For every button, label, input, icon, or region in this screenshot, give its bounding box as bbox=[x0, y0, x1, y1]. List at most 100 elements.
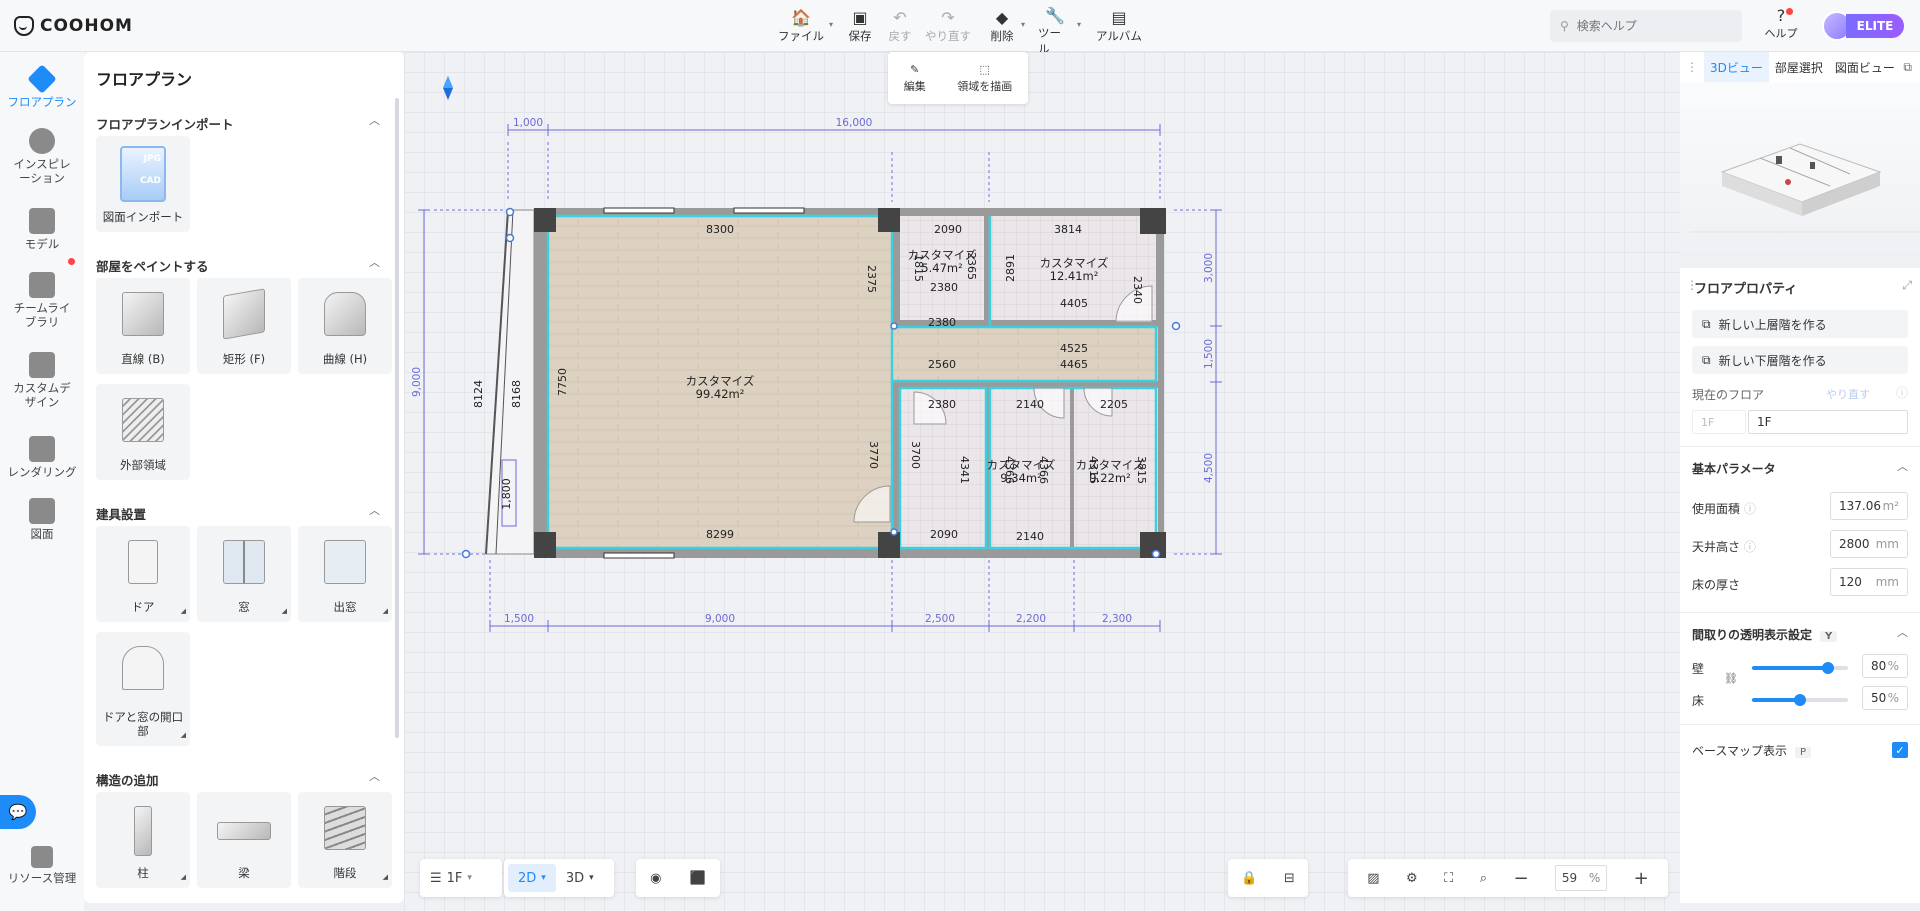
floor-name-input[interactable]: 1F bbox=[1748, 410, 1908, 434]
lock-icon[interactable]: 🔒 bbox=[1241, 871, 1257, 886]
floor-selector[interactable]: ☰ 1F ▾ bbox=[420, 859, 502, 897]
collapse-icon[interactable]: ︿ bbox=[369, 502, 380, 518]
draw-curve-tile[interactable]: 曲線 (H) bbox=[298, 278, 392, 374]
nav-resource-manager[interactable]: リソース管理 bbox=[0, 846, 84, 885]
dimension-label: 3700 bbox=[909, 441, 922, 469]
panel-title: フロアプラン bbox=[96, 70, 193, 89]
panel-scrollbar[interactable] bbox=[395, 98, 399, 738]
bay-window-tile[interactable]: 出窓 ◢ bbox=[298, 526, 392, 622]
nav-drawings[interactable]: 図面 bbox=[0, 498, 84, 541]
basemap-checkbox[interactable]: ✓ bbox=[1892, 742, 1908, 758]
chat-button[interactable]: 💬 bbox=[0, 795, 36, 829]
room-area-label: 9.22m² bbox=[1089, 471, 1130, 485]
column-icon bbox=[134, 806, 152, 856]
new-lower-floor-button[interactable]: ⧉ 新しい下層階を作る bbox=[1692, 346, 1908, 374]
wrench-icon: 🔧 bbox=[1045, 6, 1065, 25]
cube-icon bbox=[122, 292, 164, 336]
draw-straight-tile[interactable]: 直線 (B) bbox=[96, 278, 190, 374]
expand-icon[interactable]: ⤢ bbox=[1902, 278, 1912, 293]
room-area-label: 12.41m² bbox=[1050, 269, 1099, 283]
draw-rectangle-tile[interactable]: 矩形 (F) bbox=[197, 278, 291, 374]
zoom-out-button[interactable]: − bbox=[1514, 868, 1529, 889]
floor-thickness-input[interactable]: 120 mm bbox=[1830, 568, 1908, 596]
nav-custom-design[interactable]: カスタムデザイン bbox=[0, 352, 84, 409]
drag-handle-icon[interactable]: ⋮ bbox=[1680, 60, 1704, 74]
slider-knob[interactable] bbox=[1794, 694, 1806, 706]
import-floorplan-tile[interactable]: JPG CAD 図面インポート bbox=[96, 136, 190, 232]
section-title: フロアプランインポート bbox=[96, 117, 234, 132]
toggle-icon[interactable]: ⊟ bbox=[1284, 871, 1295, 886]
save-button[interactable]: ▣ 保存 bbox=[844, 6, 876, 48]
window-tile[interactable]: 窓 ◢ bbox=[197, 526, 291, 622]
room-hall[interactable] bbox=[892, 327, 1158, 381]
new-upper-floor-button[interactable]: ⧉ 新しい上層階を作る bbox=[1692, 310, 1908, 338]
layers-icon: ⧉ bbox=[1702, 316, 1711, 331]
redo-button[interactable]: ↷ やり直す bbox=[922, 6, 974, 48]
ceiling-height-input[interactable]: 2800 mm bbox=[1830, 530, 1908, 558]
nav-team-library[interactable]: チームライブラリ bbox=[0, 272, 84, 329]
nav-floorplan[interactable]: フロアプラン bbox=[0, 64, 84, 109]
opening-tile[interactable]: ドアと窓の開口部 ◢ bbox=[96, 632, 190, 746]
dimension-label: 2205 bbox=[1100, 398, 1128, 411]
popout-icon[interactable]: ⧉ bbox=[1903, 60, 1920, 75]
wall-opacity-slider[interactable] bbox=[1752, 662, 1848, 674]
top-bar: COOHOM 🏠 ファイル ▾ ▣ 保存 ↶ 戻す ↷ やり直す ◆ 削除 ▾ 🔧 … bbox=[0, 0, 1920, 56]
notification-dot bbox=[1786, 8, 1793, 15]
file-menu-button[interactable]: 🏠 ファイル ▾ bbox=[778, 6, 833, 48]
zoom-input[interactable]: 59% bbox=[1555, 865, 1608, 891]
nav-model[interactable]: モデル bbox=[0, 208, 84, 251]
collapse-icon[interactable]: ︿ bbox=[1897, 458, 1908, 474]
collapse-icon[interactable]: ︿ bbox=[369, 254, 380, 270]
nav-inspiration[interactable]: インスピレーション bbox=[0, 128, 84, 185]
tab-plan-view[interactable]: 図面ビュー bbox=[1829, 52, 1901, 82]
stairs-tile[interactable]: 階段 ◢ bbox=[298, 792, 392, 888]
column-tile[interactable]: 柱 ◢ bbox=[96, 792, 190, 888]
view-tabs: ⋮ 3Dビュー 部屋選択 図面ビュー ⧉ bbox=[1680, 52, 1920, 82]
collapse-icon[interactable]: ︿ bbox=[1897, 624, 1908, 640]
zoom-area-icon[interactable]: ⌕ bbox=[1480, 871, 1487, 886]
mode-3d-button[interactable]: 3D ▾ bbox=[556, 864, 604, 892]
album-button[interactable]: ▤ アルバム bbox=[1096, 6, 1142, 48]
floor-dropdown[interactable]: ☰ 1F ▾ bbox=[420, 864, 482, 892]
dimension-label: 2380 bbox=[928, 398, 956, 411]
settings-icon[interactable]: ⚙ bbox=[1406, 871, 1418, 886]
app-logo[interactable]: COOHOM bbox=[14, 13, 133, 39]
help-search[interactable]: ⚲ bbox=[1550, 10, 1742, 42]
room-name-label: カスタマイズ bbox=[1040, 256, 1109, 270]
floorplan-drawing[interactable]: 8300 2090 381423651815 28912340238044052375… bbox=[404, 52, 1680, 812]
redo-link[interactable]: やり直す bbox=[1826, 386, 1870, 402]
eye-icon[interactable]: ◉ bbox=[650, 871, 661, 886]
area-input[interactable]: 137.06 m² bbox=[1830, 492, 1908, 520]
room-area-label: 5.47m² bbox=[921, 261, 962, 275]
collapse-icon[interactable]: ︿ bbox=[369, 112, 380, 128]
redo-icon: ↷ bbox=[941, 7, 955, 27]
tools-button[interactable]: 🔧 ツール ▾ bbox=[1038, 6, 1081, 56]
zoom-in-button[interactable]: + bbox=[1634, 868, 1649, 889]
beam-tile[interactable]: 梁 bbox=[197, 792, 291, 888]
fit-screen-icon[interactable]: ⛶ bbox=[1444, 871, 1453, 886]
mode-2d-button[interactable]: 2D ▾ bbox=[508, 864, 556, 892]
exterior-area-tile[interactable]: 外部領域 bbox=[96, 384, 190, 480]
tab-3d-view[interactable]: 3Dビュー bbox=[1704, 52, 1769, 82]
delete-button[interactable]: ◆ 削除 ▾ bbox=[988, 6, 1026, 48]
wall-opacity-input[interactable]: 80% bbox=[1862, 654, 1908, 678]
floor-opacity-slider[interactable] bbox=[1752, 694, 1848, 706]
link-icon[interactable]: ⛓ bbox=[1724, 672, 1738, 685]
collapse-icon[interactable]: ︿ bbox=[369, 768, 380, 784]
left-nav: フロアプラン インスピレーション モデル チームライブラリ カスタムデザイン レ… bbox=[0, 52, 84, 911]
ceiling-label: 天井高さ ⓘ bbox=[1692, 540, 1756, 554]
slider-knob[interactable] bbox=[1822, 662, 1834, 674]
plan-badge[interactable]: ELITE bbox=[1846, 14, 1904, 38]
tab-room-select[interactable]: 部屋選択 bbox=[1769, 52, 1829, 82]
cube-view-icon[interactable]: ⬛ bbox=[690, 871, 706, 886]
door-tile[interactable]: ドア ◢ bbox=[96, 526, 190, 622]
undo-button[interactable]: ↶ 戻す bbox=[886, 6, 914, 48]
floor-opacity-input[interactable]: 50% bbox=[1862, 686, 1908, 710]
help-button[interactable]: ? ヘルプ bbox=[1760, 6, 1802, 48]
nav-rendering[interactable]: レンダリング bbox=[0, 436, 84, 479]
search-input[interactable] bbox=[1576, 19, 1717, 33]
dimension-label: 8168 bbox=[510, 380, 523, 408]
lock-bar: 🔒 ⊟ bbox=[1228, 859, 1308, 897]
3d-preview[interactable] bbox=[1680, 82, 1920, 262]
image-icon[interactable]: ▨ bbox=[1367, 871, 1379, 886]
